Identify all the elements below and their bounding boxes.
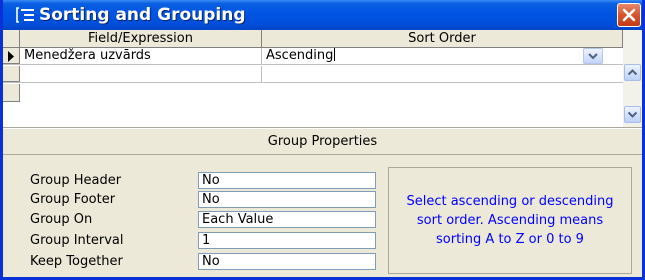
header-selector-cell: [3, 30, 20, 48]
text-caret: [334, 48, 336, 61]
group-properties-divider: [3, 154, 642, 155]
group-interval-field[interactable]: 1: [198, 232, 376, 249]
field-expression-cell[interactable]: [20, 66, 262, 82]
field-expression-cell[interactable]: Menedžera uzvārds: [20, 48, 262, 64]
grid-header: Field/Expression Sort Order: [3, 30, 623, 48]
sort-order-value: Ascending: [266, 48, 334, 63]
sorting-grouping-window: Sorting and Grouping Field/Expression So…: [0, 0, 645, 280]
sort-order-dropdown-button[interactable]: [583, 48, 603, 64]
close-button[interactable]: [617, 3, 641, 27]
sorting-grid: Field/Expression Sort Order Menedžera uz…: [3, 30, 642, 127]
window-title: Sorting and Grouping: [39, 5, 246, 25]
group-on-label: Group On: [30, 212, 93, 227]
sort-order-cell[interactable]: [262, 66, 623, 82]
help-text-box: Select ascending or descending sort orde…: [388, 167, 632, 274]
scroll-up-button[interactable]: [624, 64, 641, 81]
group-on-field[interactable]: Each Value: [198, 211, 376, 228]
scroll-down-button[interactable]: [624, 106, 641, 123]
section-divider: [3, 127, 642, 129]
arrow-up-icon: [627, 69, 638, 76]
sort-order-cell[interactable]: Ascending: [262, 48, 623, 64]
keep-together-field[interactable]: No: [198, 253, 376, 270]
row-selector[interactable]: [3, 48, 20, 64]
sorting-grouping-icon: [16, 6, 36, 24]
group-header-label: Group Header: [30, 173, 122, 188]
row-selector[interactable]: [3, 84, 20, 102]
help-text: Select ascending or descending sort orde…: [406, 194, 614, 247]
grid-row-2[interactable]: [3, 66, 623, 83]
keep-together-label: Keep Together: [30, 254, 123, 269]
group-header-field[interactable]: No: [198, 172, 376, 189]
group-properties-heading: Group Properties: [267, 134, 378, 149]
column-header-sort-order[interactable]: Sort Order: [262, 30, 623, 48]
grid-vertical-scrollbar[interactable]: [623, 30, 642, 127]
row-selector[interactable]: [3, 66, 20, 82]
close-icon: [622, 8, 636, 22]
arrow-down-icon: [627, 111, 638, 118]
group-footer-field[interactable]: No: [198, 191, 376, 208]
title-bar[interactable]: Sorting and Grouping: [3, 0, 642, 30]
group-interval-label: Group Interval: [30, 233, 124, 248]
grid-row-empty: [3, 84, 623, 127]
grid-row-1[interactable]: Menedžera uzvārds Ascending: [3, 48, 623, 65]
group-footer-label: Group Footer: [30, 192, 116, 207]
chevron-down-icon: [588, 53, 598, 60]
current-row-arrow-icon: [8, 51, 14, 62]
column-header-field-expression[interactable]: Field/Expression: [20, 30, 262, 48]
